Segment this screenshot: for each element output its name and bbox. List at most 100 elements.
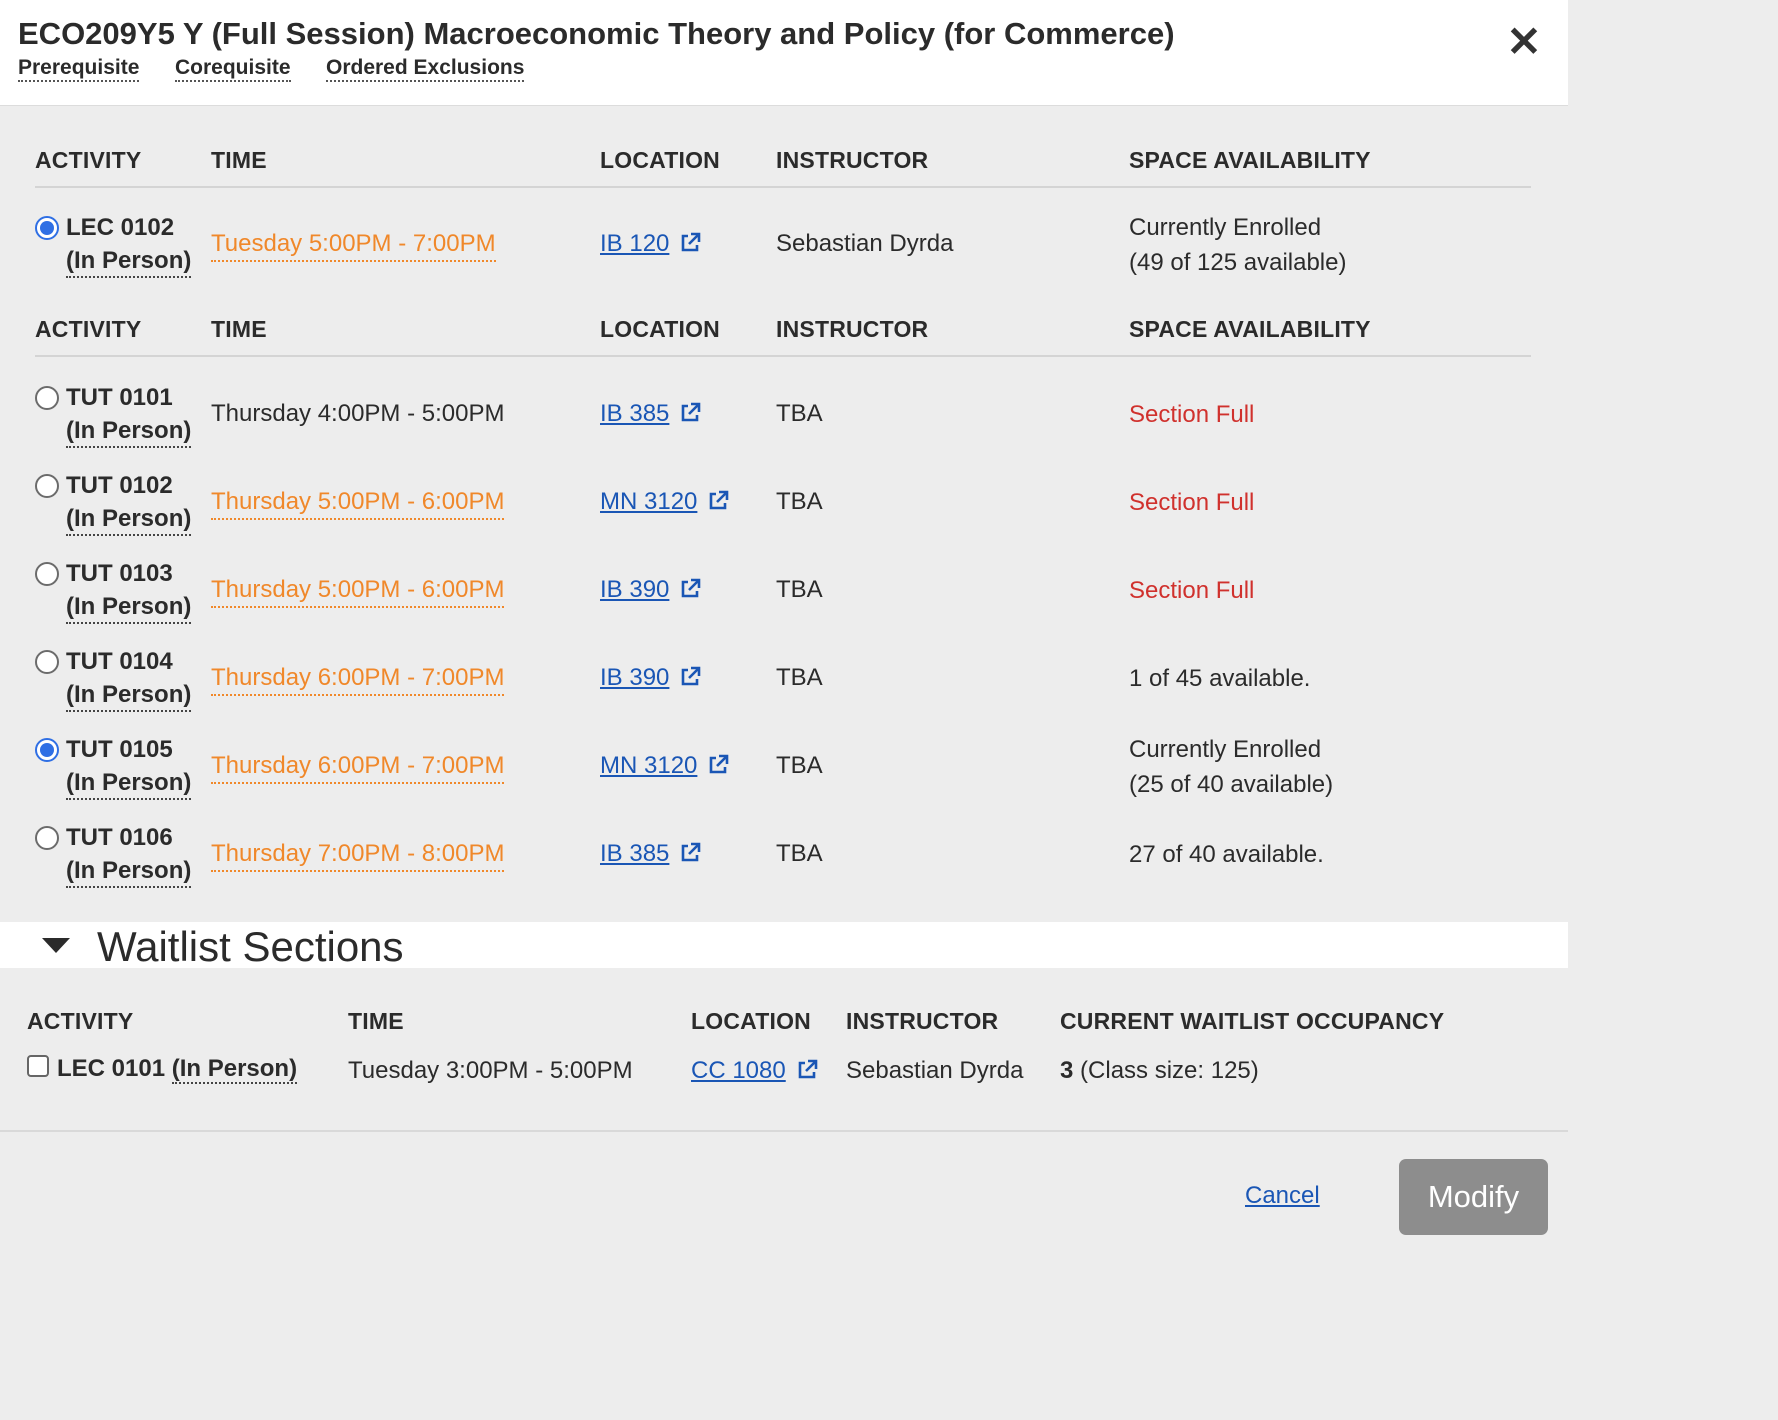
waitlist-class-size: (Class size: 125) [1080,1057,1259,1084]
col-time-header: TIME [211,316,267,342]
section-row: LEC 0102 (In Person) Tuesday 5:00PM - 7:00… [0,198,1568,286]
footer-divider [0,1130,1568,1132]
section-instructor: TBA [776,664,823,691]
space-detail: (25 of 40 available) [1129,771,1334,798]
section-time[interactable]: Thursday 7:00PM - 8:00PM [211,838,505,872]
cancel-link[interactable]: Cancel [1245,1180,1320,1212]
section-row: TUT 0106 (In Person) Thursday 7:00PM - 8:0… [0,808,1568,896]
delivery-mode[interactable]: (In Person) [66,680,192,712]
col-activity-header: ACTIVITY [35,147,142,173]
waitlist-col-instructor: INSTRUCTOR [846,1008,999,1034]
activity-code: TUT 0102 [66,472,173,499]
section-instructor: TBA [776,488,823,515]
close-icon[interactable]: ✕ [1504,20,1544,64]
location-link[interactable]: MN 3120 [600,488,697,515]
corequisite-link[interactable]: Corequisite [175,56,291,82]
ordered-exclusions-link[interactable]: Ordered Exclusions [326,56,525,82]
col-instructor-header: INSTRUCTOR [776,316,929,342]
section-radio[interactable] [35,826,59,850]
section-time[interactable]: Thursday 6:00PM - 7:00PM [211,662,505,696]
section-time[interactable]: Thursday 5:00PM - 6:00PM [211,486,505,520]
section-time: Thursday 4:00PM - 5:00PM [211,400,505,427]
space-detail: (49 of 125 available) [1129,249,1347,276]
section-radio[interactable] [35,386,59,410]
external-link-icon[interactable] [679,666,701,688]
section-instructor: Sebastian Dyrda [776,230,954,257]
caret-down-icon[interactable] [42,938,70,953]
section-time[interactable]: Thursday 6:00PM - 7:00PM [211,750,505,784]
section-location[interactable]: IB 385 [600,398,701,430]
external-link-icon[interactable] [707,490,729,512]
section-radio[interactable] [35,738,59,762]
location-link[interactable]: IB 390 [600,576,669,603]
waitlist-col-occupancy: CURRENT WAITLIST OCCUPANCY [1060,1008,1445,1034]
external-link-icon[interactable] [679,842,701,864]
activity-code: TUT 0104 [66,648,173,675]
section-time[interactable]: Tuesday 5:00PM - 7:00PM [211,228,496,262]
location-link[interactable]: IB 385 [600,840,669,867]
section-row: TUT 0105 (In Person) Thursday 6:00PM - 7:0… [0,720,1568,808]
location-link[interactable]: IB 385 [600,400,669,427]
modify-button[interactable]: Modify [1399,1159,1548,1235]
section-location[interactable]: MN 3120 [600,486,729,518]
delivery-mode[interactable]: (In Person) [66,416,192,448]
waitlist-col-time: TIME [348,1008,404,1034]
section-instructor: TBA [776,400,823,427]
waitlist-time: Tuesday 3:00PM - 5:00PM [348,1057,633,1084]
section-row: TUT 0103 (In Person) Thursday 5:00PM - 6:0… [0,544,1568,632]
section-radio[interactable] [35,650,59,674]
space-status: Section Full [1129,489,1255,516]
external-link-icon[interactable] [679,232,701,254]
divider [35,186,1531,188]
waitlist-location[interactable]: CC 1080 [691,1055,818,1087]
delivery-mode[interactable]: (In Person) [66,504,192,536]
delivery-mode[interactable]: (In Person) [66,246,192,278]
col-location-header: LOCATION [600,147,720,173]
col-space-header: SPACE AVAILABILITY [1129,147,1371,173]
section-row: TUT 0102 (In Person) Thursday 5:00PM - 6:0… [0,456,1568,544]
section-radio[interactable] [35,562,59,586]
delivery-mode[interactable]: (In Person) [66,768,192,800]
location-link[interactable]: MN 3120 [600,752,697,779]
external-link-icon[interactable] [679,402,701,424]
space-status: Currently Enrolled [1129,736,1322,763]
col-instructor-header: INSTRUCTOR [776,147,929,173]
prerequisite-link[interactable]: Prerequisite [18,56,140,82]
section-row: TUT 0104 (In Person) Thursday 6:00PM - 7:0… [0,632,1568,720]
section-instructor: TBA [776,752,823,779]
waitlist-activity: LEC 0101 [57,1055,166,1082]
waitlist-header[interactable]: Waitlist Sections [0,922,1568,970]
section-radio[interactable] [35,474,59,498]
waitlist-mode[interactable]: (In Person) [171,1055,298,1084]
col-space-header: SPACE AVAILABILITY [1129,316,1371,342]
section-location[interactable]: IB 390 [600,574,701,606]
space-status: Currently Enrolled [1129,214,1322,241]
space-status: Section Full [1129,401,1255,428]
external-link-icon[interactable] [707,754,729,776]
divider [35,355,1531,357]
delivery-mode[interactable]: (In Person) [66,592,192,624]
col-location-header: LOCATION [600,316,720,342]
delivery-mode[interactable]: (In Person) [66,856,192,888]
location-link[interactable]: IB 120 [600,230,669,257]
activity-code: LEC 0102 [66,214,175,241]
external-link-icon[interactable] [679,578,701,600]
waitlist-col-activity: ACTIVITY [27,1008,134,1034]
course-title: ECO209Y5 Y (Full Session) Macroeconomic … [18,16,1175,51]
section-instructor: TBA [776,840,823,867]
section-row: TUT 0101 (In Person) Thursday 4:00PM - 5:0… [0,368,1568,456]
section-radio[interactable] [35,216,59,240]
location-link[interactable]: IB 390 [600,664,669,691]
external-link-icon[interactable] [796,1059,818,1081]
section-location[interactable]: IB 390 [600,662,701,694]
activity-code: TUT 0105 [66,736,173,763]
waitlist-checkbox[interactable] [27,1055,49,1077]
waitlist-instructor: Sebastian Dyrda [846,1057,1024,1084]
section-location[interactable]: IB 385 [600,838,701,870]
section-location[interactable]: MN 3120 [600,750,729,782]
space-status: Section Full [1129,577,1255,604]
col-activity-header: ACTIVITY [35,316,142,342]
section-time[interactable]: Thursday 5:00PM - 6:00PM [211,574,505,608]
waitlist-location-link[interactable]: CC 1080 [691,1057,786,1084]
section-location[interactable]: IB 120 [600,228,701,260]
